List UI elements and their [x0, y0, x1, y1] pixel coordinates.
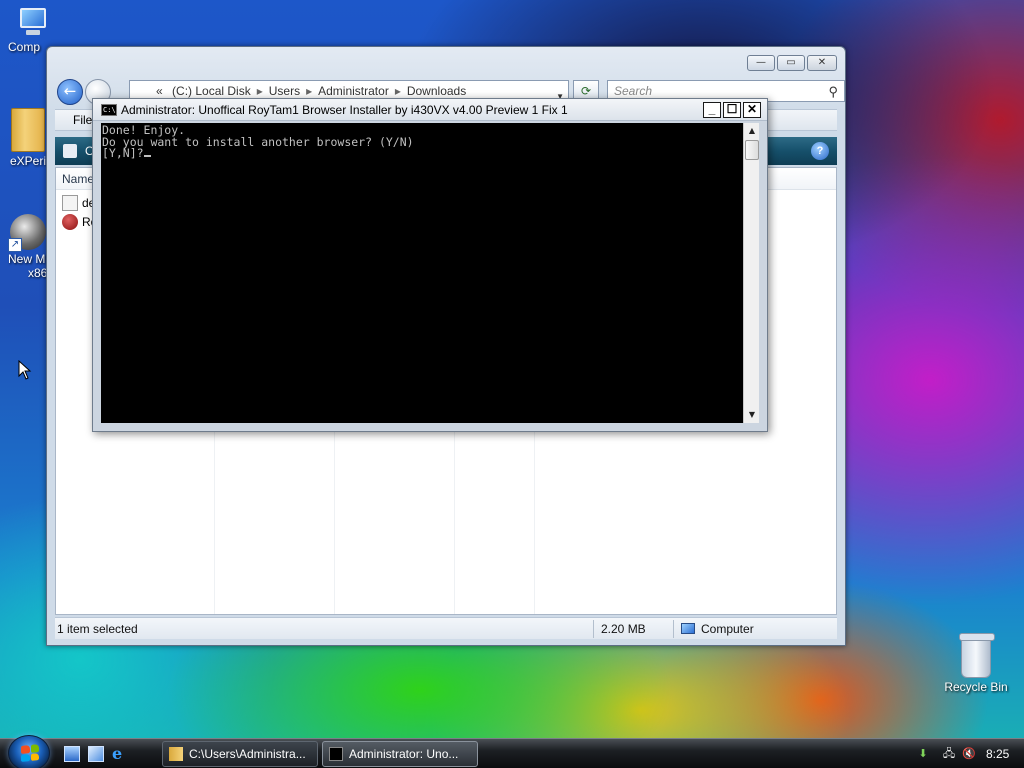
address-segment-users[interactable]: Users: [269, 84, 300, 98]
console-window[interactable]: C:\ Administrator: Unoffical RoyTam1 Bro…: [92, 98, 768, 432]
computer-icon: [681, 623, 695, 634]
taskbar-button-label: Administrator: Uno...: [349, 747, 459, 761]
maximize-button[interactable]: ▭: [777, 55, 805, 71]
app-file-icon: [62, 214, 78, 230]
console-prompt: [Y,N]?: [102, 146, 144, 160]
scroll-up-icon[interactable]: ▲: [744, 123, 760, 139]
status-zone-label: Computer: [701, 622, 754, 636]
clock[interactable]: 8:25: [986, 739, 1009, 768]
folder-icon: [169, 747, 183, 761]
address-prefix: «: [156, 84, 163, 98]
taskbar-button-console[interactable]: Administrator: Uno...: [322, 741, 478, 767]
network-icon[interactable]: 🖧: [942, 747, 956, 761]
organize-icon: [63, 144, 77, 158]
taskbar-button-explorer[interactable]: C:\Users\Administra...: [162, 741, 318, 767]
status-zone: Computer: [681, 619, 754, 639]
search-placeholder: Search: [614, 84, 653, 98]
show-desktop-icon[interactable]: [64, 746, 80, 762]
scroll-thumb[interactable]: [745, 140, 759, 160]
close-button[interactable]: ✕: [743, 102, 761, 118]
column-name-label: Name: [62, 172, 95, 186]
desktop-icon-new-media[interactable]: ↗ New M x86: [6, 214, 50, 280]
close-button[interactable]: ✕: [807, 55, 837, 71]
desktop-icon-experience-folder[interactable]: eXPerie: [6, 108, 53, 168]
taskbar: e C:\Users\Administra... Administrator: …: [0, 735, 1024, 768]
address-segment-drive[interactable]: (C:) Local Disk: [172, 84, 251, 98]
disc-icon: ↗: [8, 214, 46, 252]
minimize-button[interactable]: _: [703, 102, 721, 118]
internet-explorer-icon[interactable]: e: [112, 746, 128, 762]
back-button[interactable]: ←: [57, 79, 83, 105]
scroll-down-icon[interactable]: ▼: [744, 407, 760, 423]
desktop-icon-label: Recycle Bin: [944, 680, 1008, 694]
windows-logo-icon: [21, 744, 39, 762]
switch-windows-icon[interactable]: [88, 746, 104, 762]
system-tray: ⬇ 🖧 🔇 8:25: [908, 739, 1024, 768]
console-prompt-line: [Y,N]?: [102, 146, 742, 160]
folder-icon: [11, 108, 45, 152]
recycle-bin-icon: [959, 633, 995, 678]
taskbar-button-label: C:\Users\Administra...: [189, 747, 306, 761]
desktop-icon-label: eXPerie: [10, 154, 53, 168]
computer-icon: [14, 6, 50, 38]
minimize-button[interactable]: —: [747, 55, 775, 71]
start-button[interactable]: [8, 735, 50, 768]
desktop-icon-sublabel: x86: [28, 266, 48, 280]
update-icon[interactable]: ⬇: [916, 747, 930, 761]
console-caption-buttons: _ ☐ ✕: [703, 102, 761, 118]
console-line: Do you want to install another browser? …: [102, 134, 414, 149]
search-icon[interactable]: ⚲: [828, 82, 838, 102]
generic-file-icon: [62, 195, 78, 211]
status-size: 2.20 MB: [601, 622, 646, 636]
desktop-icon-label: New M: [8, 252, 46, 266]
menu-file[interactable]: File: [73, 113, 92, 127]
status-bar: 1 item selected 2.20 MB Computer: [55, 617, 837, 639]
console-title: Administrator: Unoffical RoyTam1 Browser…: [121, 103, 568, 117]
address-segment-administrator[interactable]: Administrator: [318, 84, 389, 98]
shortcut-arrow-icon: ↗: [8, 238, 22, 252]
desktop-icon-recycle-bin[interactable]: Recycle Bin: [940, 633, 1012, 694]
volume-muted-icon[interactable]: 🔇: [962, 747, 976, 761]
window-caption-buttons: — ▭ ✕: [747, 55, 837, 71]
status-selection: 1 item selected: [57, 622, 138, 636]
console-scrollbar[interactable]: ▲ ▼: [743, 123, 759, 423]
maximize-button[interactable]: ☐: [723, 102, 741, 118]
command-prompt-icon: [329, 747, 343, 761]
help-icon[interactable]: ?: [811, 142, 829, 160]
list-item[interactable]: de: [60, 194, 95, 212]
console-titlebar[interactable]: C:\ Administrator: Unoffical RoyTam1 Bro…: [93, 99, 767, 121]
address-segment-downloads[interactable]: Downloads: [407, 84, 466, 98]
command-prompt-icon: C:\: [101, 104, 117, 116]
text-caret: [143, 155, 151, 157]
console-output[interactable]: Done! Enjoy. Do you want to install anoth…: [101, 123, 743, 423]
